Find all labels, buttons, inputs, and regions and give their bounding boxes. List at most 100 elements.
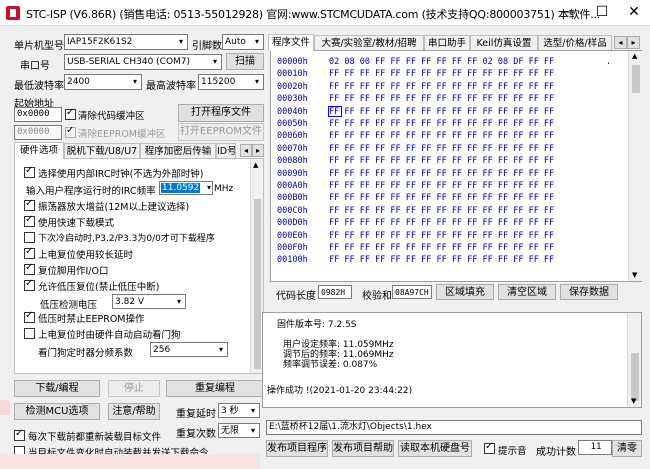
port-select[interactable]: USB-SERIAL CH340 (COM7) ▾ [64,54,222,70]
maximize-button[interactable]: ☐ [586,0,618,26]
hex-row: 000D0h FF FF FF FF FF FF FF FF FF FF FF F… [271,218,626,230]
option-label: 复位脚用作I/O口 [38,266,109,277]
file-path: E:\蓝桥杯12届\1.流水灯\Objects\1.hex [266,420,642,435]
help-button[interactable]: 注意/帮助 [108,403,160,420]
hex-address: 00090h [277,168,308,179]
close-button[interactable]: ✕ [618,0,650,26]
option-checkbox[interactable] [24,198,35,211]
hex-bytes: 02 08 00 FF FF FF FF FF FF FF 02 08 DF F… [329,57,555,67]
hex-row: 000F0h FF FF FF FF FF FF FF FF FF FF FF F… [271,243,626,255]
publish-button[interactable]: 发布项目程序 [266,440,328,457]
hex-address: 00060h [277,131,308,142]
tab-scroll-right-icon[interactable]: ▸ [627,36,640,49]
chevron-down-icon: ▾ [206,183,211,192]
success-count-value: 11 [578,440,612,455]
option-checkbox[interactable] [24,165,35,178]
hex-bytes: FF FF FF FF FF FF FF FF FF FF FF FF FF F… [329,81,555,92]
scroll-down-icon[interactable]: ▼ [631,397,636,405]
reload-checkbox[interactable] [14,428,25,441]
option-checkbox[interactable] [24,278,35,291]
option-checkbox[interactable] [24,246,35,259]
tab-competition[interactable]: 大赛/实验室/教材/招聘 [314,35,424,51]
hex-address: 000A0h [277,181,308,191]
chevron-down-icon: ▾ [212,57,217,66]
tab-selection-price[interactable]: 选型/价格/样品 [538,35,612,51]
scroll-up-icon[interactable]: ▲ [253,161,258,169]
tab-program-file[interactable]: 程序文件 [268,34,314,51]
lvd-select[interactable]: 3.82 V ▾ [112,294,186,309]
hex-address: 000E0h [277,230,308,241]
scroll-up-icon[interactable]: ▲ [632,52,637,60]
irc-freq-select[interactable]: 11.0592 ▾ [159,181,213,195]
hex-row: 00010h FF FF FF FF FF FF FF FF FF FF FF F… [271,69,626,81]
hex-bytes: FF FF FF FF FF FF FF FF FF FF FF FF FF F… [329,69,555,80]
clear-count-button[interactable]: 清零 [612,440,642,457]
clear-eeprom-checkbox[interactable] [65,125,76,138]
hex-bytes: FF FF FF FF FF FF FF FF FF FF FF FF FF F… [329,218,555,229]
tab-id[interactable]: ID号 [216,143,236,159]
pins-label: 引脚数 [192,41,222,52]
hex-ascii: . [606,57,617,67]
tab-serial-assistant[interactable]: 串口助手 [424,35,470,51]
option-label: 选择使用内部IRC时钟(不选为外部时钟) [38,169,204,180]
hex-row: 00070h FF FF FF FF FF FF FF FF FF FF FF F… [271,144,626,156]
tab-scroll-right-icon[interactable]: ▸ [252,144,264,157]
minimize-button[interactable]: — [552,0,584,26]
hex-row: 00050h FF FF FF FF FF FF FF FF FF FF FF F… [271,119,626,131]
hex-address: 000C0h [277,205,308,216]
check-mcu-button[interactable]: 检测MCU选项 [14,403,100,420]
scan-button[interactable]: 扫描 [226,53,264,70]
scroll-thumb[interactable] [631,353,639,401]
hex-viewer[interactable]: 00000h 02 08 00 FF FF FF FF FF FF FF 02 0… [270,50,642,282]
min-baud-label: 最低波特率 [14,81,64,92]
start-addr-input[interactable]: 0x0000 [14,107,62,122]
tab-keil-settings[interactable]: Keil仿真设置 [470,35,538,51]
tab-offline-download[interactable]: 脱机下载/U8/U7 [64,143,140,159]
option-checkbox[interactable] [24,310,35,323]
open-program-button[interactable]: 打开程序文件 [178,104,264,122]
scroll-down-icon[interactable]: ▼ [632,271,637,279]
tab-scroll-left-icon[interactable]: ◂ [614,36,627,49]
repeat-count-select[interactable]: 无限 ▾ [218,423,260,438]
tab-encrypted-transfer[interactable]: 程序加密后传输 [140,143,216,159]
hex-scrollbar[interactable]: ▲ ▼ [628,51,642,281]
option-checkbox[interactable] [24,262,35,275]
option-checkbox[interactable] [24,232,35,243]
download-button[interactable]: 下载/编程 [14,380,100,397]
eeprom-addr-input[interactable]: 0x0000 [14,125,62,140]
tab-scroll-left-icon[interactable]: ◂ [240,144,252,157]
beep-label: 提示音 [498,446,527,457]
option-checkbox[interactable] [24,214,35,227]
hex-row: 000A0h FF FF FF FF FF FF FF FF FF FF FF F… [271,181,626,193]
wdt-value: 256 [153,345,171,355]
repeat-delay-label: 重复延时 [176,409,216,420]
beep-checkbox[interactable] [484,441,495,454]
hex-address: 00030h [277,94,308,105]
hex-address: 000B0h [277,193,308,204]
clear-code-checkbox[interactable] [65,107,76,120]
clear-area-button[interactable]: 清空区域 [498,284,556,300]
wdt-select[interactable]: 256 ▾ [150,342,228,357]
min-baud-select[interactable]: 2400 ▾ [64,74,142,90]
option-checkbox[interactable] [24,328,35,339]
tab-hardware-options[interactable]: 硬件选项 [14,142,64,159]
reprogram-button[interactable]: 重复编程 [166,380,264,397]
max-baud-select[interactable]: 115200 ▾ [198,74,264,90]
pins-value: Auto [225,37,246,47]
fill-area-button[interactable]: 区域填充 [436,284,494,300]
open-eeprom-button[interactable]: 打开EEPROM文件 [178,123,264,141]
repeat-delay-select[interactable]: 3 秒 ▾ [218,403,260,418]
stop-button[interactable]: 停止 [108,380,160,397]
publish-help-button[interactable]: 发布项目帮助 [332,440,394,457]
read-disk-button[interactable]: 读取本机硬盘号 [398,440,472,457]
hex-bytes: FF FF FF FF FF FF FF FF FF FF FF FF FF F… [329,205,555,216]
scroll-thumb[interactable] [254,199,261,369]
pins-select[interactable]: Auto ▾ [222,34,264,50]
hex-bytes: FF FF FF FF FF FF FF FF FF FF FF FF FF F… [329,230,555,241]
hex-address: 000D0h [277,218,308,229]
mcu-select[interactable]: IAP15F2K61S2 ▾ [64,34,188,50]
save-data-button[interactable]: 保存数据 [560,284,618,300]
checksum-label: 校验和 [362,291,392,302]
scroll-thumb[interactable] [632,65,640,93]
log-scrollbar[interactable]: ▼ [627,313,641,407]
